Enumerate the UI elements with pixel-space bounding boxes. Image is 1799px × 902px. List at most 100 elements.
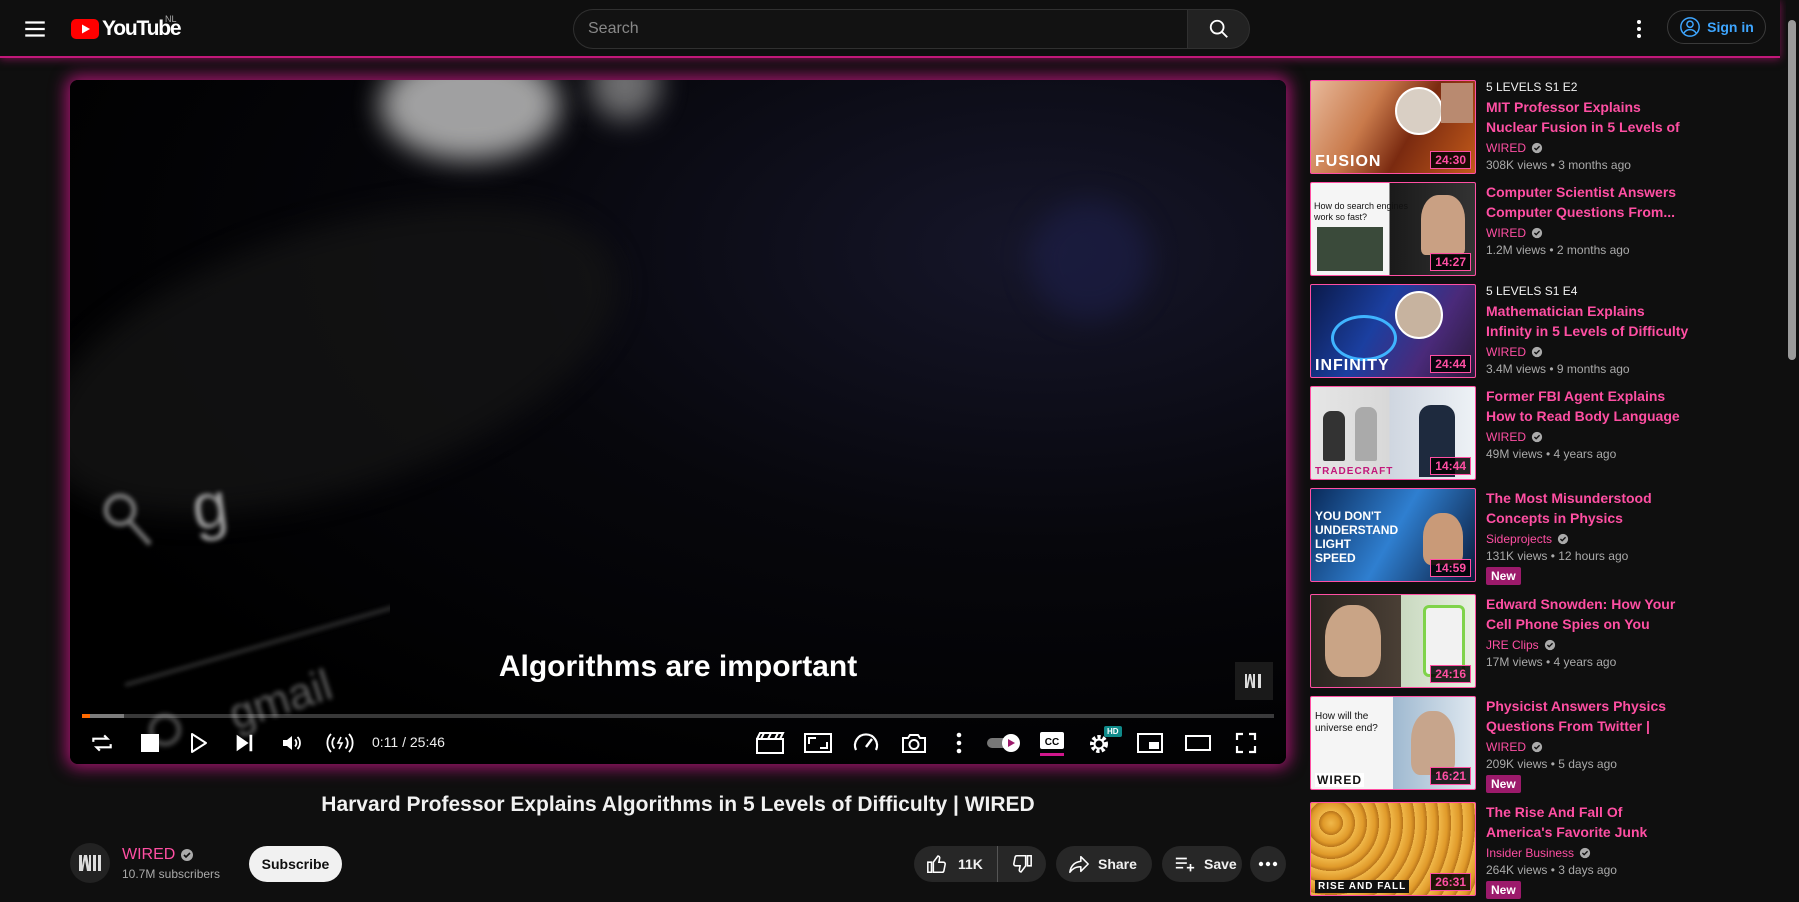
channel-avatar[interactable] [70,843,110,883]
related-video-title[interactable]: The Most Misunderstood Concepts in Physi… [1486,488,1690,528]
related-channel[interactable]: Sideprojects [1486,532,1690,546]
masthead: YouTube NL Sign in [0,0,1780,58]
aspect-ratio-icon [804,733,832,753]
video-duration: 24:30 [1430,151,1471,169]
video-thumbnail[interactable]: FUSION 24:30 [1310,80,1476,174]
related-video-item[interactable]: YOU DON'T UNDERSTAND LIGHT SPEED 14:59 T… [1310,488,1690,588]
video-thumbnail[interactable]: INFINITY 24:44 [1310,284,1476,378]
guide-menu-button[interactable] [22,16,48,42]
loop-button[interactable] [84,722,120,764]
related-video-title[interactable]: Mathematician Explains Infinity in 5 Lev… [1486,301,1690,341]
youtube-logo[interactable]: YouTube [71,17,182,41]
theater-mode-button[interactable] [1180,722,1216,764]
settings-button[interactable]: HD [1082,722,1122,764]
subtitles-button[interactable]: CC [1034,722,1070,764]
video-duration: 14:27 [1430,253,1471,271]
related-video-title[interactable]: Former FBI Agent Explains How to Read Bo… [1486,386,1690,426]
related-channel[interactable]: WIRED [1486,226,1690,240]
video-thumbnail[interactable]: How will the universe end? WIRED 16:21 [1310,696,1476,790]
related-video-title[interactable]: Edward Snowden: How Your Cell Phone Spie… [1486,594,1690,634]
thumbnail-text: INFINITY [1315,357,1390,374]
related-channel[interactable]: WIRED [1486,345,1690,359]
search-button[interactable] [1187,9,1250,49]
page-scrollbar[interactable] [1786,0,1799,900]
scrollbar-thumb[interactable] [1788,20,1796,360]
next-button[interactable] [226,722,262,764]
closed-captions-icon: CC [1040,732,1064,756]
video-thumbnail[interactable]: TRADECRAFT 14:44 [1310,386,1476,480]
more-vert-icon [1637,20,1641,38]
svg-text:CC: CC [1045,737,1059,748]
chapters-button[interactable] [752,722,788,764]
related-channel[interactable]: Insider Business [1486,846,1690,860]
view-stats: 308K views • 3 months ago [1486,158,1631,172]
new-badge: New [1486,775,1521,793]
settings-menu-button[interactable] [1628,17,1650,41]
video-thumbnail[interactable]: RISE AND FALL 26:31 [1310,802,1476,896]
related-channel[interactable]: JRE Clips [1486,638,1690,652]
view-stats: 1.2M views • 2 months ago [1486,243,1630,257]
related-video-item[interactable]: RISE AND FALL 26:31 The Rise And Fall Of… [1310,802,1690,902]
dislike-button[interactable] [998,846,1046,882]
share-button[interactable]: Share [1056,846,1152,882]
view-stats: 3.4M views • 9 months ago [1486,362,1630,376]
thumbnail-text: WIRED [1315,773,1364,787]
stop-button[interactable] [132,722,168,764]
related-channel[interactable]: WIRED [1486,740,1690,754]
thumbnail-text: RISE AND FALL [1315,880,1410,893]
related-video-item[interactable]: FUSION 24:30 5 LEVELS S1 E2 MIT Professo… [1310,80,1690,176]
progress-bar[interactable] [82,714,1274,718]
subscriber-count: 10.7M subscribers [122,866,221,881]
video-thumbnail[interactable]: 24:16 [1310,594,1476,688]
like-button[interactable]: 11K [914,846,998,882]
verified-icon [1531,142,1543,154]
ambient-mode-button[interactable] [320,722,360,764]
video-title: Harvard Professor Explains Algorithms in… [321,793,1035,816]
aspect-ratio-button[interactable] [800,722,836,764]
volume-icon [283,736,301,750]
related-channel[interactable]: WIRED [1486,141,1690,155]
channel-watermark[interactable] [1235,662,1273,700]
thumbs-down-icon [1013,854,1032,873]
fullscreen-icon [1235,732,1257,754]
channel-name[interactable]: WIRED [122,846,220,864]
miniplayer-button[interactable] [1132,722,1168,764]
search-box [573,9,1250,49]
save-button[interactable]: Save [1162,846,1242,882]
related-video-item[interactable]: How do search engines work so fast? 14:2… [1310,182,1690,278]
verified-icon [1531,346,1543,358]
miniplayer-icon [1137,733,1163,753]
more-options-button[interactable] [944,722,974,764]
related-video-item[interactable]: TRADECRAFT 14:44 Former FBI Agent Explai… [1310,386,1690,482]
related-video-title[interactable]: Computer Scientist Answers Computer Ques… [1486,182,1690,222]
related-video-item[interactable]: How will the universe end? WIRED 16:21 P… [1310,696,1690,796]
time-total: 25:46 [409,734,445,750]
autoplay-toggle[interactable] [984,722,1026,764]
time-separator: / [398,734,410,750]
video-thumbnail[interactable]: How do search engines work so fast? 14:2… [1310,182,1476,276]
video-player[interactable]: g gmail Algorithms are important 0:11 / … [70,80,1286,764]
screenshot-button[interactable] [896,722,932,764]
verified-icon [1557,533,1569,545]
playlist-add-icon [1175,857,1195,872]
related-channel-name: WIRED [1486,430,1526,444]
related-video-item[interactable]: 24:16 Edward Snowden: How Your Cell Phon… [1310,594,1690,690]
play-button[interactable] [180,722,216,764]
stop-icon [141,734,159,752]
playback-speed-button[interactable] [848,722,884,764]
related-video-title[interactable]: MIT Professor Explains Nuclear Fusion in… [1486,97,1690,137]
related-video-item[interactable]: INFINITY 24:44 5 LEVELS S1 E4 Mathematic… [1310,284,1690,380]
fullscreen-button[interactable] [1228,722,1264,764]
search-input[interactable] [573,9,1187,49]
new-badge: New [1486,567,1521,585]
related-video-title[interactable]: Physicist Answers Physics Questions From… [1486,696,1690,736]
mute-button[interactable] [274,722,310,764]
share-icon [1069,855,1089,874]
search-icon [1209,19,1228,38]
more-actions-button[interactable] [1250,846,1286,882]
sign-in-button[interactable]: Sign in [1667,10,1766,44]
subscribe-button[interactable]: Subscribe [249,846,342,882]
related-channel[interactable]: WIRED [1486,430,1690,444]
video-thumbnail[interactable]: YOU DON'T UNDERSTAND LIGHT SPEED 14:59 [1310,488,1476,582]
related-video-title[interactable]: The Rise And Fall Of America's Favorite … [1486,802,1690,842]
